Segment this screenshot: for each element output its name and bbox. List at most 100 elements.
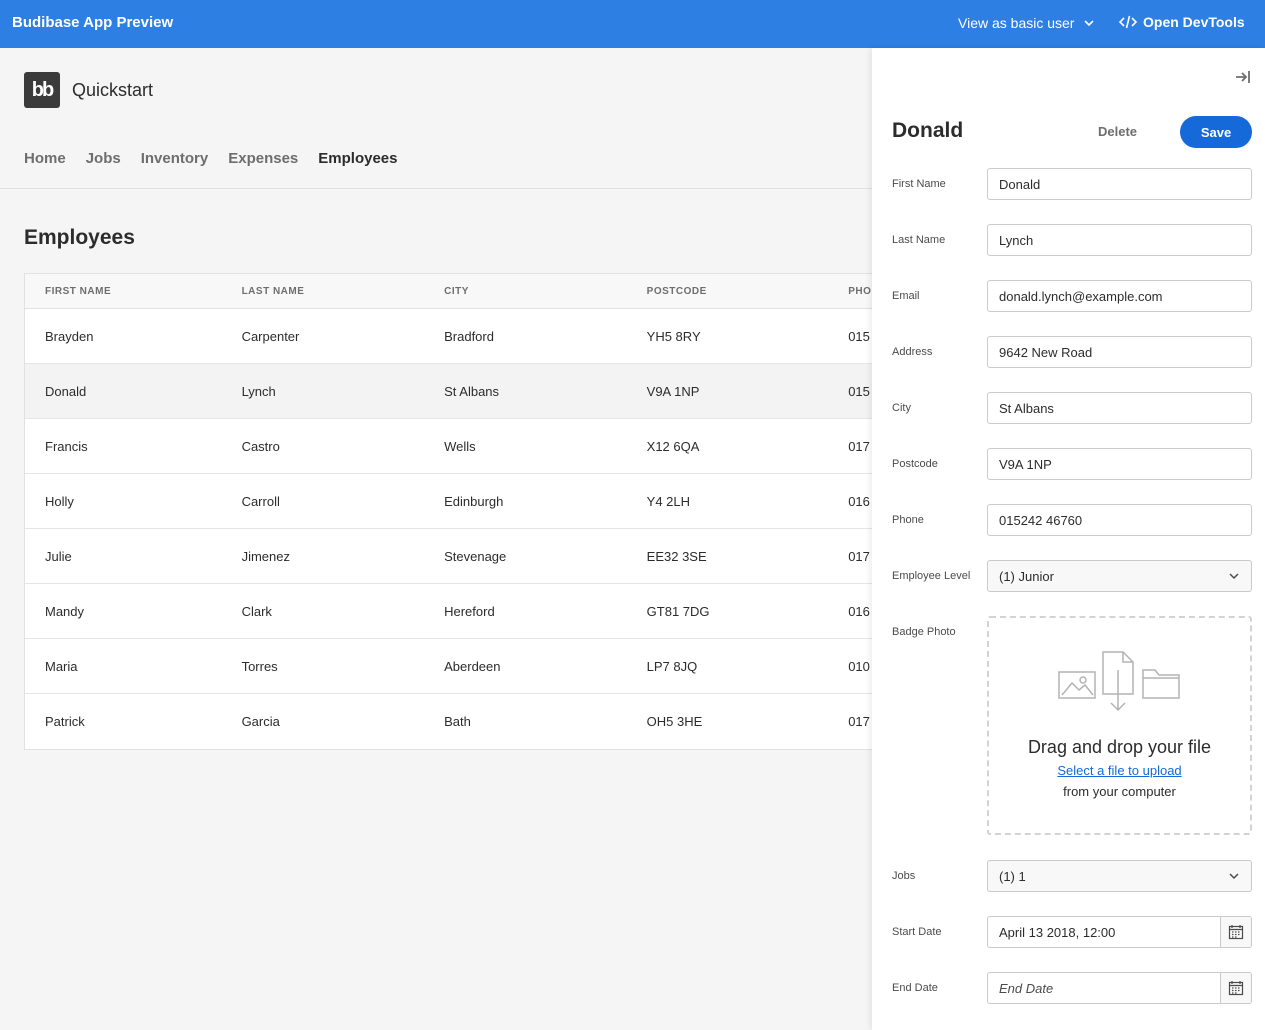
employee-level-field: Employee Level (1) Junior — [892, 560, 1252, 592]
table-cell: Francis — [45, 438, 88, 454]
field-label: Jobs — [892, 870, 916, 882]
email-field: Email donald.lynch@example.com — [892, 280, 1252, 312]
table-cell: Torres — [241, 658, 278, 674]
file-upload-icon — [1058, 651, 1180, 712]
select-file-link[interactable]: Select a file to upload — [989, 763, 1250, 778]
badge-photo-dropzone[interactable]: Drag and drop your file Select a file to… — [987, 616, 1252, 835]
city-field: City St Albans — [892, 392, 1252, 424]
table-cell: Clark — [241, 603, 272, 619]
nav-item-expenses[interactable]: Expenses — [228, 150, 298, 167]
calendar-icon[interactable] — [1220, 973, 1251, 1003]
view-as-label: View as basic user — [958, 15, 1075, 31]
table-cell: Jimenez — [241, 548, 290, 564]
postcode-input[interactable]: V9A 1NP — [987, 448, 1252, 480]
table-row[interactable]: Julie Jimenez Stevenage EE32 3SE 017 — [25, 529, 923, 584]
last-name-input[interactable]: Lynch — [987, 224, 1252, 256]
field-label: End Date — [892, 982, 938, 994]
table-header: FIRST NAME LAST NAME CITY POSTCODE PHO — [25, 274, 923, 309]
table-row[interactable]: Patrick Garcia Bath OH5 3HE 017 — [25, 694, 923, 749]
delete-button[interactable]: Delete — [1098, 124, 1137, 139]
column-header[interactable]: LAST NAME — [222, 286, 425, 297]
address-field: Address 9642 New Road — [892, 336, 1252, 368]
nav-item-employees[interactable]: Employees — [318, 150, 397, 167]
table-cell: Brayden — [45, 328, 94, 344]
employee-level-select[interactable]: (1) Junior — [987, 560, 1252, 592]
table-cell: Edinburgh — [444, 493, 504, 509]
table-cell: LP7 8JQ — [646, 658, 698, 674]
address-input[interactable]: 9642 New Road — [987, 336, 1252, 368]
view-as-dropdown[interactable]: View as basic user — [958, 15, 1096, 31]
table-cell: Mandy — [45, 603, 85, 619]
dropzone-subtitle: from your computer — [1063, 784, 1176, 799]
nav-item-jobs[interactable]: Jobs — [86, 150, 121, 167]
chevron-down-icon — [1229, 873, 1239, 880]
table-cell: Wells — [444, 438, 476, 454]
table-row[interactable]: Maria Torres Aberdeen LP7 8JQ 010 — [25, 639, 923, 694]
start-date-input[interactable]: April 13 2018, 12:00 — [987, 916, 1252, 948]
field-label: City — [892, 402, 911, 414]
app-header: bb Quickstart Home Jobs Inventory Expens… — [0, 48, 872, 189]
collapse-panel-icon[interactable] — [1234, 68, 1252, 86]
table-row-selected[interactable]: Donald Lynch St Albans V9A 1NP 015 — [25, 364, 923, 419]
table-cell: EE32 3SE — [646, 548, 707, 564]
preview-topbar: Budibase App Preview View as basic user … — [0, 0, 1265, 48]
table-cell: St Albans — [444, 383, 500, 399]
table-cell: Hereford — [444, 603, 495, 619]
table-cell: Bath — [444, 714, 471, 729]
table-cell: YH5 8RY — [646, 328, 701, 344]
column-header[interactable]: POSTCODE — [627, 286, 829, 297]
field-label: Postcode — [892, 458, 938, 470]
field-label: Employee Level — [892, 570, 971, 582]
chevron-down-icon — [1229, 573, 1239, 580]
calendar-icon[interactable] — [1220, 917, 1251, 947]
column-header[interactable]: FIRST NAME — [25, 286, 222, 297]
table-cell: Garcia — [241, 714, 280, 729]
postcode-field: Postcode V9A 1NP — [892, 448, 1252, 480]
nav-item-home[interactable]: Home — [24, 150, 66, 167]
employee-detail-panel: Donald Delete Save First Name Donald Las… — [872, 48, 1265, 1030]
table-cell: Castro — [241, 438, 280, 454]
column-header[interactable]: CITY — [424, 286, 627, 297]
table-cell: Bradford — [444, 328, 494, 344]
phone-field: Phone 015242 46760 — [892, 504, 1252, 536]
city-input[interactable]: St Albans — [987, 392, 1252, 424]
field-label: Phone — [892, 514, 924, 526]
end-date-input[interactable]: End Date — [987, 972, 1252, 1004]
preview-title: Budibase App Preview — [12, 14, 174, 31]
jobs-select[interactable]: (1) 1 — [987, 860, 1252, 892]
field-label: Email — [892, 290, 920, 302]
table-cell: Aberdeen — [444, 658, 501, 674]
table-cell: Carpenter — [241, 328, 300, 344]
nav-item-inventory[interactable]: Inventory — [141, 150, 209, 167]
phone-input[interactable]: 015242 46760 — [987, 504, 1252, 536]
app-title: Quickstart — [72, 80, 154, 100]
table-cell: V9A 1NP — [646, 383, 700, 399]
field-label: Address — [892, 346, 933, 358]
start-date-field: Start Date April 13 2018, 12:00 — [892, 916, 1252, 948]
table-cell: OH5 3HE — [646, 714, 703, 729]
table-cell: GT81 7DG — [646, 603, 710, 619]
table-cell: Y4 2LH — [646, 493, 691, 509]
field-label: Last Name — [892, 234, 946, 246]
table-cell: X12 6QA — [646, 438, 700, 454]
code-icon — [1119, 15, 1137, 29]
first-name-input[interactable]: Donald — [987, 168, 1252, 200]
field-label: Badge Photo — [892, 626, 956, 638]
save-button[interactable]: Save — [1180, 116, 1252, 148]
table-row[interactable]: Mandy Clark Hereford GT81 7DG 016 — [25, 584, 923, 639]
app-logo: bb — [24, 72, 60, 108]
main-nav: Home Jobs Inventory Expenses Employees — [24, 150, 397, 167]
email-input[interactable]: donald.lynch@example.com — [987, 280, 1252, 312]
field-label: First Name — [892, 178, 946, 190]
table-cell: Maria — [45, 658, 78, 674]
table-row[interactable]: Holly Carroll Edinburgh Y4 2LH 016 — [25, 474, 923, 529]
last-name-field: Last Name Lynch — [892, 224, 1252, 256]
open-devtools-button[interactable]: Open DevTools — [1119, 14, 1245, 30]
table-row[interactable]: Brayden Carpenter Bradford YH5 8RY 015 — [25, 309, 923, 364]
table-cell: Stevenage — [444, 548, 507, 564]
dropzone-title: Drag and drop your file — [1027, 737, 1212, 757]
panel-title: Donald — [892, 119, 964, 142]
table-cell: Donald — [45, 383, 87, 399]
table-row[interactable]: Francis Castro Wells X12 6QA 017 — [25, 419, 923, 474]
table-cell: Carroll — [241, 493, 280, 509]
